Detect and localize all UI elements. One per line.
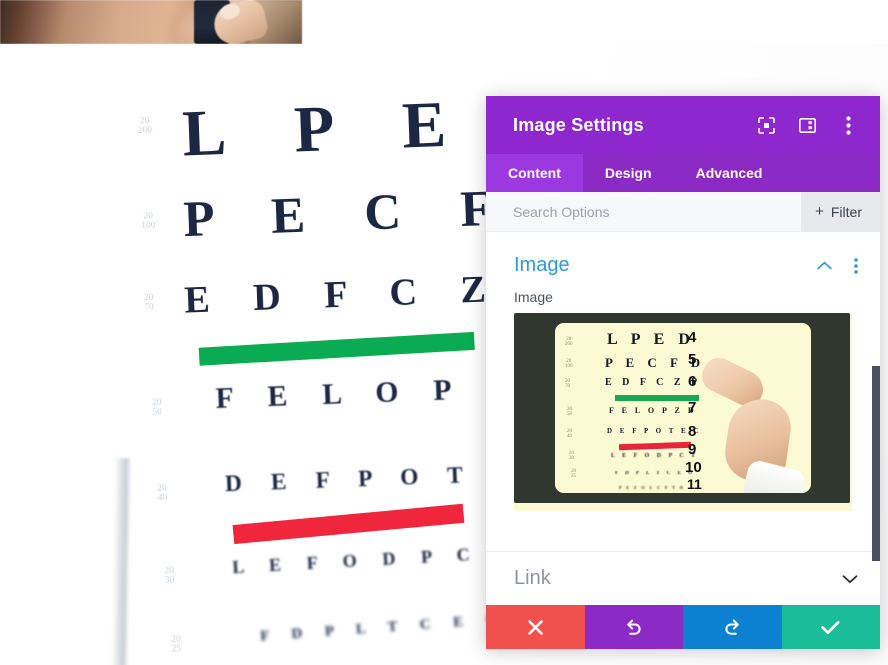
plus-icon: +: [815, 203, 824, 220]
section-title: Link: [514, 567, 551, 589]
filter-button-label: Filter: [830, 203, 862, 220]
preview-tick: 20 40: [567, 429, 572, 439]
more-options-icon[interactable]: [837, 114, 859, 136]
preview-red-bar: [618, 441, 692, 451]
preview-row: E D F C Z P: [605, 377, 702, 388]
preview-pointing-hand: [696, 352, 807, 493]
redo-button[interactable]: [683, 605, 782, 649]
chevron-up-icon[interactable]: [816, 258, 832, 274]
section-title: Image: [514, 254, 570, 276]
top-photo-strip: [0, 0, 302, 44]
section-header-image[interactable]: Image: [486, 232, 880, 287]
preview-row: L P E D: [607, 331, 695, 348]
layout-view-icon[interactable]: [796, 114, 818, 136]
image-settings-modal: Image Settings Content Design Advanced S…: [486, 96, 880, 649]
preview-number: 5: [688, 351, 697, 368]
modal-footer: [486, 605, 880, 649]
cancel-button[interactable]: [486, 605, 585, 649]
close-icon: [527, 619, 543, 635]
chart-tick-7: 20 25: [171, 632, 182, 654]
section-header-link[interactable]: Link: [486, 551, 880, 605]
section-actions: [816, 257, 864, 274]
chevron-down-icon[interactable]: [842, 571, 858, 587]
preview-tick: 20 25: [571, 469, 576, 479]
tab-advanced[interactable]: Advanced: [674, 154, 785, 192]
chart-tick-2: 20 100: [141, 209, 156, 231]
chart-tick-5: 20 40: [157, 481, 168, 503]
chart-row: L E F O D P C T: [231, 541, 519, 578]
chart-row: F D P L T C E O: [259, 611, 508, 645]
green-bar: [198, 331, 475, 366]
chart-tick-4: 20 50: [151, 396, 163, 417]
preview-tick: 20 50: [567, 407, 572, 417]
preview-number: 11: [687, 476, 702, 492]
preview-sleeve-cuff: [741, 458, 807, 493]
page-title: Image Settings: [513, 114, 644, 135]
panel-scrollbar[interactable]: [872, 366, 880, 561]
chart-tick-1: 20 200: [137, 114, 153, 135]
more-options-icon[interactable]: [848, 257, 864, 274]
redo-icon: [725, 619, 739, 635]
preview-number: 7: [688, 399, 697, 416]
preview-row: P E Z O L C F T D: [619, 485, 685, 490]
preview-number: 4: [688, 329, 697, 346]
preview-tick: 20 100: [565, 359, 573, 369]
preview-tick: 20 200: [565, 337, 573, 347]
preview-number: 8: [688, 423, 697, 440]
page-spine-shadow: [110, 458, 132, 665]
tab-content[interactable]: Content: [486, 154, 583, 192]
tab-design[interactable]: Design: [583, 154, 674, 192]
modal-header: Image Settings: [486, 96, 880, 154]
preview-tick: 20 30: [569, 451, 574, 461]
screen-root: 20200 20100 2070 2050 2040 2030 2025 202…: [0, 0, 888, 665]
modal-tabs: Content Design Advanced: [486, 154, 880, 192]
red-bar: [232, 503, 465, 545]
preview-row: F D P L T C E O: [615, 471, 696, 476]
undo-button[interactable]: [584, 605, 683, 649]
image-field-label: Image: [514, 289, 553, 305]
save-button[interactable]: [781, 605, 880, 649]
image-preview-thumbnail[interactable]: 20 200 20 100 20 70 20 50 20 40 20 30 20 25 L P…: [514, 313, 852, 511]
preview-tick: 20 70: [565, 379, 570, 389]
preview-green-bar: [615, 395, 699, 401]
fullscreen-icon[interactable]: [755, 114, 777, 136]
preview-number: 6: [688, 373, 697, 390]
filter-button[interactable]: + Filter: [801, 191, 880, 232]
check-icon: [821, 620, 840, 634]
search-input[interactable]: [513, 203, 802, 220]
chart-tick-6: 20 30: [164, 564, 175, 585]
search-options-bar: + Filter: [486, 191, 880, 232]
undo-icon: [627, 619, 641, 635]
preview-row: F E L O P Z D: [609, 406, 697, 415]
modal-header-actions: [755, 114, 864, 136]
preview-number: 10: [685, 459, 702, 476]
chart-tick-3: 20 70: [143, 291, 154, 312]
preview-number: 9: [688, 441, 697, 458]
preview-eye-chart: 20 200 20 100 20 70 20 50 20 40 20 30 20 25 L P…: [555, 323, 811, 493]
modal-body: Image Image 20 200 20 100 20 70 20 50 20…: [486, 232, 880, 605]
